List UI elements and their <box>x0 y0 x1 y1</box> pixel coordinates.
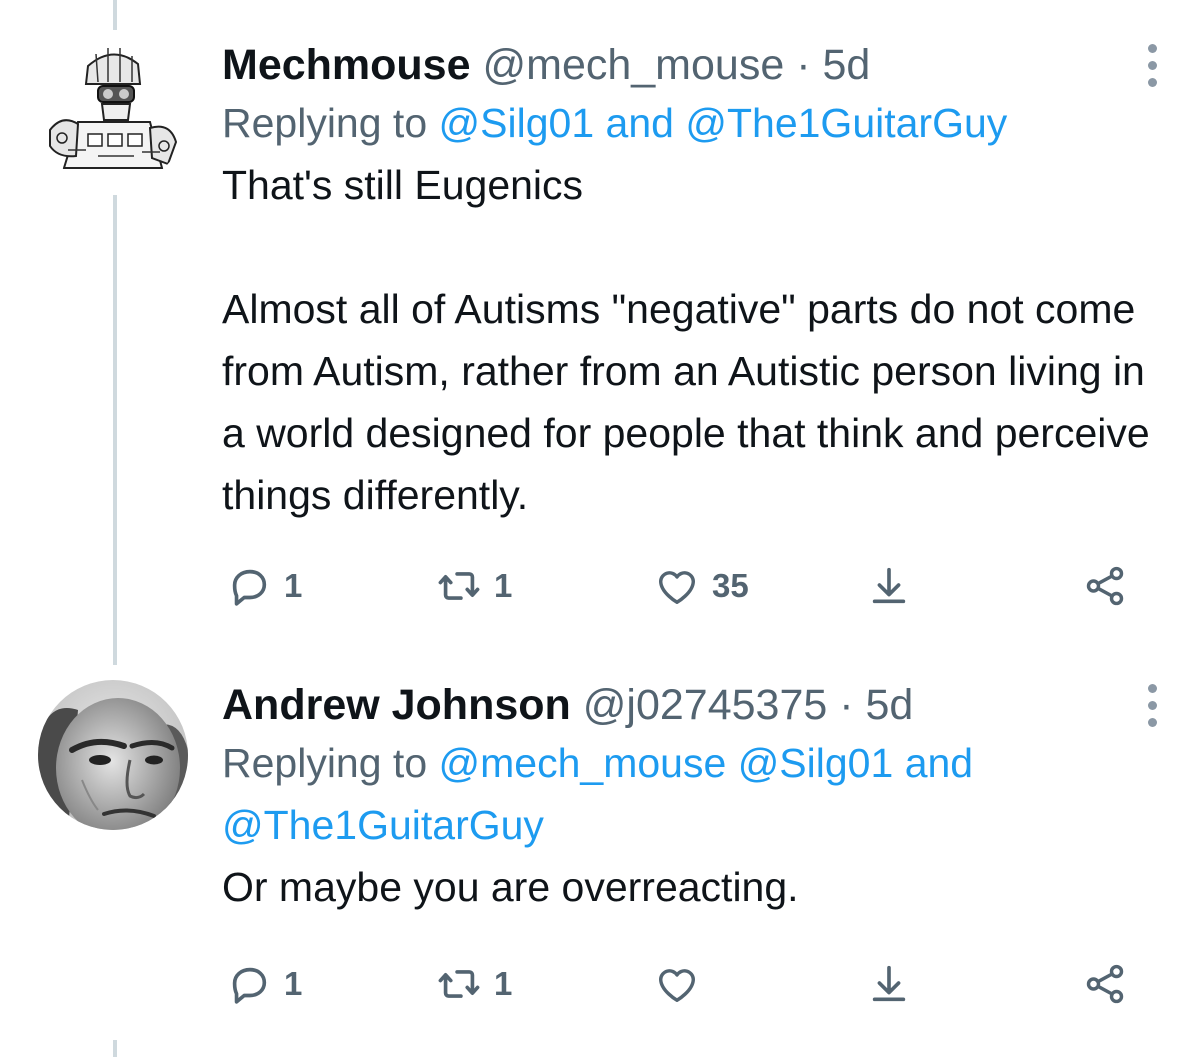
replying-to-line: Replying to @mech_mouse @Silg01 and @The… <box>222 732 1160 856</box>
download-button[interactable] <box>866 562 912 610</box>
retweet-count: 1 <box>494 567 513 604</box>
mention-and[interactable]: and <box>905 740 973 786</box>
reply-icon <box>232 569 267 606</box>
share-icon <box>1086 964 1124 1004</box>
more-vertical-icon <box>1147 61 1157 70</box>
display-name[interactable]: Andrew Johnson <box>222 681 571 729</box>
tweet-actions: 1 1 <box>226 960 1146 1008</box>
more-vertical-icon <box>1147 718 1157 727</box>
display-name[interactable]: Mechmouse <box>222 41 471 89</box>
replying-to-label: Replying to <box>222 100 428 146</box>
separator-dot: · <box>839 681 854 729</box>
heart-icon <box>658 969 696 1003</box>
avatar-mechmouse[interactable] <box>38 38 188 188</box>
reply-button[interactable]: 1 <box>226 562 302 610</box>
mention-link[interactable]: @Silg01 <box>439 100 595 146</box>
mention-link[interactable]: @The1GuitarGuy <box>222 802 544 848</box>
user-handle[interactable]: @j02745375 <box>583 681 828 729</box>
like-button[interactable] <box>654 960 712 1008</box>
timestamp[interactable]: 5d <box>822 41 870 89</box>
more-options-button[interactable] <box>1146 44 1158 87</box>
share-button[interactable] <box>1082 960 1128 1008</box>
mention-link[interactable]: @mech_mouse <box>439 740 727 786</box>
tweet-text: Or maybe you are overreacting. <box>222 864 799 910</box>
replying-to-line: Replying to @Silg01 and @The1GuitarGuy <box>222 92 1160 154</box>
like-button[interactable]: 35 <box>654 562 749 610</box>
more-vertical-icon <box>1147 701 1157 710</box>
more-vertical-icon <box>1147 78 1157 87</box>
tweet-text: That's still Eugenics Almost all of Auti… <box>222 162 1150 518</box>
more-vertical-icon <box>1147 44 1157 53</box>
tweet-header: Mechmouse @mech_mouse · 5d <box>222 38 1160 92</box>
more-options-button[interactable] <box>1146 684 1158 727</box>
avatar-andrew-johnson[interactable] <box>38 680 188 830</box>
share-button[interactable] <box>1082 562 1128 610</box>
mention-link[interactable]: @The1GuitarGuy <box>685 100 1007 146</box>
retweet-button[interactable]: 1 <box>436 562 512 610</box>
download-icon <box>872 965 906 1002</box>
mention-and[interactable]: and <box>606 100 674 146</box>
user-handle[interactable]: @mech_mouse <box>482 41 784 89</box>
separator-dot: · <box>796 41 811 89</box>
more-vertical-icon <box>1147 684 1157 693</box>
portrait-avatar-icon <box>38 680 188 830</box>
heart-icon <box>658 571 696 605</box>
retweet-button[interactable]: 1 <box>436 960 512 1008</box>
download-button[interactable] <box>866 960 912 1008</box>
reply-count: 1 <box>284 965 303 1002</box>
tweet-mechmouse[interactable]: Mechmouse @mech_mouse · 5d Replying to @… <box>0 0 1200 640</box>
tweet-header: Andrew Johnson @j02745375 · 5d <box>222 678 1160 732</box>
retweet-count: 1 <box>494 965 513 1002</box>
tweet-andrew-johnson[interactable]: Andrew Johnson @j02745375 · 5d Replying … <box>0 640 1200 1057</box>
retweet-icon <box>438 970 480 998</box>
reply-count: 1 <box>284 567 303 604</box>
reply-button[interactable]: 1 <box>226 960 302 1008</box>
replying-to-label: Replying to <box>222 740 428 786</box>
retweet-icon <box>438 572 480 600</box>
download-icon <box>872 567 906 604</box>
tweet-actions: 1 1 35 <box>226 562 1146 610</box>
timestamp[interactable]: 5d <box>866 681 914 729</box>
reply-icon <box>232 967 267 1004</box>
robot-sketch-avatar-icon <box>38 38 188 188</box>
mention-link[interactable]: @Silg01 <box>738 740 894 786</box>
share-icon <box>1086 566 1124 606</box>
like-count: 35 <box>712 567 749 604</box>
